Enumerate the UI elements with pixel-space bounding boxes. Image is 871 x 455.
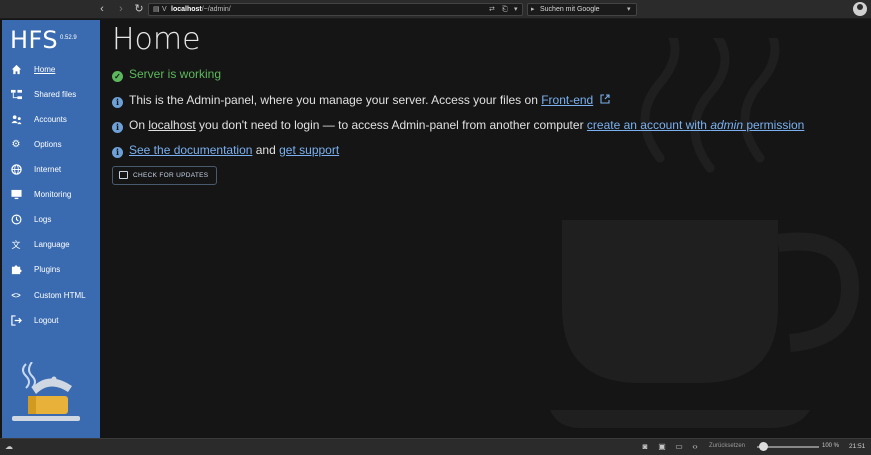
forward-icon[interactable]: ›: [114, 2, 128, 16]
check-circle-icon: ✓: [112, 71, 123, 82]
address-bar[interactable]: ▤ V localhost/~/admin/ ⇄ ⎗ ▾: [148, 3, 523, 16]
sidebar-item-language[interactable]: 文 Language: [2, 235, 100, 257]
profile-avatar-icon[interactable]: [853, 2, 867, 16]
sidebar-item-label: Logs: [34, 215, 52, 224]
monitor-icon: [10, 189, 22, 201]
sidebar-item-monitoring[interactable]: Monitoring: [2, 185, 100, 207]
sidebar-item-label: Accounts: [34, 115, 67, 124]
info-icon: i: [112, 122, 123, 133]
localhost-pre-text: On: [129, 118, 149, 132]
back-icon[interactable]: ‹: [95, 2, 109, 16]
url-path: /~/admin/: [201, 6, 231, 13]
sidebar-item-label: Monitoring: [34, 190, 72, 199]
sidebar-item-plugins[interactable]: Plugins: [2, 260, 100, 282]
check-for-updates-button[interactable]: CHECK FOR UPDATES: [112, 166, 218, 185]
search-bar[interactable]: ▸ Suchen mit Google ▾: [527, 3, 637, 16]
logout-icon: [10, 315, 22, 327]
code-view-icon[interactable]: ‹›: [689, 441, 701, 453]
screenshot-icon[interactable]: ◙: [639, 441, 651, 453]
create-account-link-text: create an account with: [586, 118, 711, 132]
info-icon: i: [112, 147, 123, 158]
sidebar: HFS 0.52.9 Home Shared files Accounts ⚙ …: [2, 20, 100, 438]
search-placeholder: Suchen mit Google: [540, 6, 600, 13]
version-label: 0.52.9: [60, 35, 77, 41]
sidebar-item-options[interactable]: ⚙ Options: [2, 135, 100, 157]
sidebar-item-label: Shared files: [34, 90, 77, 99]
create-account-link-permission: permission: [743, 118, 805, 132]
zoom-reset-button[interactable]: Zurücksetzen: [709, 443, 745, 449]
front-end-link[interactable]: Front-end: [541, 93, 593, 107]
globe-icon: [10, 164, 22, 176]
code-icon: <>: [11, 291, 21, 300]
translate-page-icon[interactable]: ⇄: [489, 4, 495, 15]
sidebar-item-label: Options: [34, 140, 62, 149]
info-admin-panel: i This is the Admin-panel, where you mana…: [112, 93, 610, 108]
window-icon[interactable]: ▭: [673, 441, 685, 453]
main-content: Home ✓ Server is working i This is the Adm…: [100, 20, 867, 438]
translate-icon: 文: [11, 240, 21, 250]
bookmark-icon[interactable]: ⎗: [502, 4, 508, 15]
browser-window: ‹ › ↻ ▤ V localhost/~/admin/ ⇄ ⎗ ▾ ▸ Suc…: [0, 0, 871, 455]
sidebar-item-logs[interactable]: Logs: [2, 210, 100, 232]
clock: 21:51: [849, 443, 866, 450]
create-account-link-admin: admin: [710, 118, 743, 132]
sidebar-item-label: Custom HTML: [34, 291, 86, 300]
get-support-link[interactable]: get support: [279, 143, 339, 157]
zoom-level: 100 %: [822, 443, 840, 449]
info-localhost: i On localhost you don't need to login — …: [112, 118, 804, 133]
tree-icon: [10, 89, 22, 101]
sidebar-item-shared-files[interactable]: Shared files: [2, 85, 100, 107]
sidebar-item-label: Home: [34, 65, 56, 74]
sidebar-item-custom-html[interactable]: <> Custom HTML: [2, 286, 100, 308]
url-host: localhost: [171, 6, 202, 13]
info-documentation: i See the documentation and get support: [112, 143, 339, 158]
sidebar-item-home[interactable]: Home: [2, 60, 100, 82]
sidebar-item-label: Internet: [34, 165, 62, 174]
cloche-mascot-illustration: [12, 362, 80, 421]
server-status: ✓ Server is working: [112, 67, 221, 82]
url-dropdown-icon[interactable]: ▾: [514, 4, 518, 15]
admin-panel-text: This is the Admin-panel, where you manag…: [129, 93, 542, 107]
people-icon: [10, 114, 22, 126]
image-icon[interactable]: ▣: [656, 441, 668, 453]
info-icon: i: [112, 97, 123, 108]
shield-icon: V: [162, 6, 167, 13]
sidebar-item-internet[interactable]: Internet: [2, 160, 100, 182]
create-account-link[interactable]: create an account with admin permission: [587, 118, 804, 132]
page-icon: ▤: [153, 6, 160, 13]
localhost-text: localhost: [148, 118, 196, 132]
update-icon: [119, 171, 128, 179]
brand-logo: HFS: [10, 26, 59, 54]
sidebar-item-logout[interactable]: Logout: [2, 311, 100, 333]
documentation-link[interactable]: See the documentation: [129, 143, 252, 157]
puzzle-icon: [10, 264, 22, 276]
and-text: and: [252, 143, 280, 157]
gear-icon: ⚙: [11, 139, 21, 150]
sidebar-item-label: Logout: [34, 316, 59, 325]
home-icon: [10, 64, 22, 76]
zoom-slider-handle[interactable]: [759, 442, 768, 451]
reload-icon[interactable]: ↻: [132, 2, 146, 16]
cloud-icon[interactable]: ☁: [3, 441, 15, 453]
external-link-icon[interactable]: [600, 93, 610, 107]
sidebar-item-label: Plugins: [34, 265, 61, 274]
check-for-updates-label: CHECK FOR UPDATES: [133, 172, 209, 179]
sidebar-item-label: Language: [34, 240, 70, 249]
search-engine-icon: ▸: [531, 6, 535, 13]
server-status-text: Server is working: [129, 67, 222, 81]
browser-statusbar: ☁ ◙ ▣ ▭ ‹› Zurücksetzen 100 % 21:51: [0, 438, 871, 455]
sidebar-item-accounts[interactable]: Accounts: [2, 110, 100, 132]
page-title: Home: [112, 22, 201, 57]
history-icon: [10, 214, 22, 226]
search-dropdown-icon[interactable]: ▾: [627, 4, 631, 15]
localhost-mid-text: you don't need to login — to access Admi…: [195, 118, 587, 132]
browser-toolbar: ‹ › ↻ ▤ V localhost/~/admin/ ⇄ ⎗ ▾ ▸ Suc…: [0, 0, 871, 19]
